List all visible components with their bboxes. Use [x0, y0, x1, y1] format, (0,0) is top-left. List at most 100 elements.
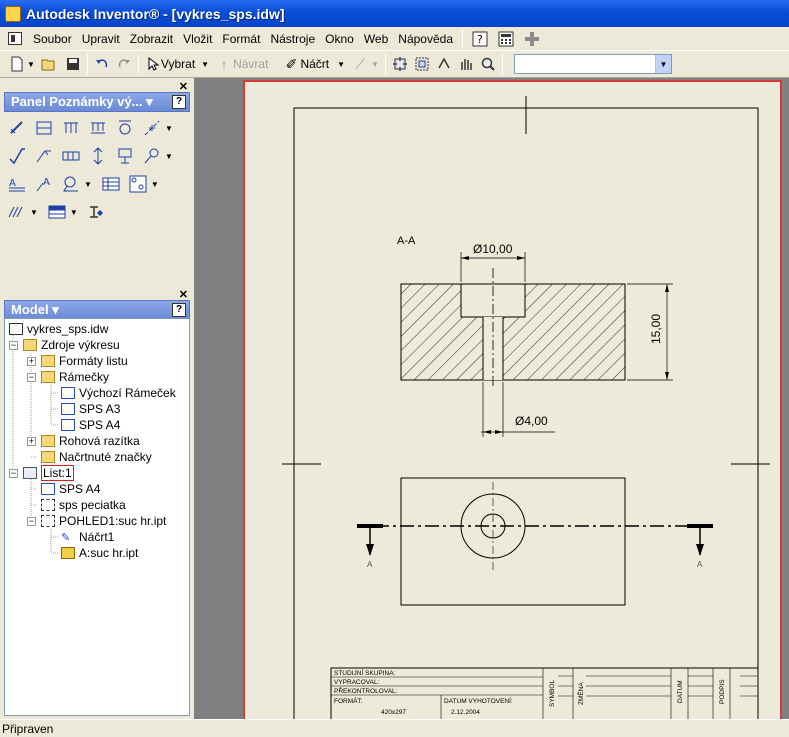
titleblock-drawn-by: VYPRACOVAL:: [334, 679, 380, 686]
section-line-marker-right[interactable]: A: [687, 524, 713, 569]
dimension-diameter-4[interactable]: Ø4,00: [481, 382, 555, 437]
menu-format[interactable]: Formát: [217, 32, 265, 46]
datum-identifier-icon[interactable]: [87, 145, 109, 167]
help-icon[interactable]: ?: [172, 95, 186, 109]
zoom-window-button[interactable]: [411, 53, 433, 75]
base-view[interactable]: [375, 477, 699, 606]
save-button[interactable]: [62, 53, 84, 75]
centerline-dropdown-icon[interactable]: ▼: [165, 124, 173, 133]
dimension-height-15[interactable]: 15,00: [627, 283, 673, 381]
status-text: Připraven: [2, 721, 54, 736]
new-file-dropdown-icon[interactable]: ▼: [27, 60, 35, 69]
sketch-button[interactable]: ✐ Náčrt ▼: [279, 53, 348, 75]
tree-item-sps-a4-border[interactable]: SPS A4: [61, 417, 120, 433]
drawing-sheet[interactable]: A-A Ø10,00 15,00 Ø4,00 A A STUDIJNÍ SKUP…: [243, 80, 782, 722]
hatch-icon[interactable]: [6, 201, 28, 223]
expand-icon[interactable]: +: [27, 357, 36, 366]
menu-nastroje[interactable]: Nástroje: [265, 32, 320, 46]
general-dimension-icon[interactable]: [6, 117, 28, 139]
revision-table-icon[interactable]: [46, 201, 68, 223]
new-file-button[interactable]: ▼: [6, 53, 38, 75]
section-view[interactable]: [400, 268, 626, 387]
update-dropdown-icon[interactable]: ▼: [371, 60, 379, 69]
tree-item-drawing-resources[interactable]: Zdroje výkresu: [23, 337, 120, 353]
expand-icon[interactable]: +: [27, 437, 36, 446]
drawing-file-icon: [9, 323, 23, 335]
weld-symbol-icon[interactable]: [33, 145, 55, 167]
undo-button[interactable]: [91, 53, 113, 75]
collapse-icon[interactable]: −: [9, 469, 18, 478]
tree-item-sheet-formats[interactable]: Formáty listu: [41, 353, 128, 369]
feature-control-frame-icon[interactable]: [60, 145, 82, 167]
menu-web[interactable]: Web: [359, 32, 393, 46]
menu-zobrazit[interactable]: Zobrazit: [125, 32, 178, 46]
select-button[interactable]: Vybrat ▼: [142, 53, 212, 75]
balloon-icon[interactable]: [60, 173, 82, 195]
zoom-select-button[interactable]: [477, 53, 499, 75]
redo-button[interactable]: [113, 53, 135, 75]
parts-list-icon[interactable]: [100, 173, 122, 195]
tree-item-sketch-1[interactable]: ✎ Náčrt1: [61, 529, 114, 545]
revision-dropdown-icon[interactable]: ▼: [70, 208, 78, 217]
tree-item-sps-peciatka[interactable]: sps peciatka: [41, 497, 126, 513]
open-file-button[interactable]: [38, 53, 62, 75]
return-label: Návrat: [233, 57, 269, 71]
help-icon[interactable]: ?: [172, 303, 186, 317]
leader-note-icon[interactable]: A: [33, 173, 55, 195]
sketch-dropdown-icon[interactable]: ▼: [337, 60, 345, 69]
calculator-icon[interactable]: [497, 30, 515, 48]
tree-item-sps-a4[interactable]: SPS A4: [41, 481, 100, 497]
tree-item-sps-a3[interactable]: SPS A3: [61, 401, 120, 417]
tree-item-view-1[interactable]: POHLED1:suc hr.ipt: [41, 513, 166, 529]
tree-item-part-a[interactable]: A:suc hr.ipt: [61, 545, 138, 561]
tree-item-default-border[interactable]: Výchozí Rámeček: [61, 385, 176, 401]
select-dropdown-icon[interactable]: ▼: [201, 60, 209, 69]
menu-napoveda[interactable]: Nápověda: [393, 32, 458, 46]
hole-table-icon[interactable]: [127, 173, 149, 195]
ordinate-set-icon[interactable]: [87, 117, 109, 139]
centerline-icon[interactable]: [141, 117, 163, 139]
chevron-down-icon[interactable]: ▼: [654, 55, 671, 73]
tree-item-borders[interactable]: Rámečky: [41, 369, 109, 385]
balloon-dropdown-icon[interactable]: ▼: [84, 180, 92, 189]
menu-upravit[interactable]: Upravit: [77, 32, 125, 46]
plus-icon[interactable]: [523, 30, 541, 48]
svg-text:?: ?: [477, 33, 483, 46]
zoom-all-button[interactable]: [389, 53, 411, 75]
tree-item-sheet-1[interactable]: List:1: [23, 465, 74, 481]
hole-thread-note-icon[interactable]: [114, 117, 136, 139]
tree-item-title-blocks[interactable]: Rohová razítka: [41, 433, 140, 449]
menu-okno[interactable]: Okno: [320, 32, 359, 46]
datum-target-icon[interactable]: [114, 145, 136, 167]
document-menu-icon[interactable]: [8, 32, 22, 45]
tree-item-drawing-file[interactable]: vykres_sps.idw: [9, 321, 108, 337]
collapse-icon[interactable]: −: [27, 373, 36, 382]
collapse-icon[interactable]: −: [27, 517, 36, 526]
help-icon[interactable]: ?: [471, 30, 489, 48]
update-button[interactable]: ⟋ ▼: [348, 53, 382, 75]
style-combo[interactable]: ▼: [513, 54, 672, 74]
section-line-marker-left[interactable]: A: [357, 524, 383, 569]
pan-button[interactable]: [455, 53, 477, 75]
title-block[interactable]: STUDIJNÍ SKUPINA: VYPRACOVAL: PŘEKONTROL…: [330, 667, 759, 722]
menu-vlozit[interactable]: Vložit: [178, 32, 217, 46]
graphics-window[interactable]: A-A Ø10,00 15,00 Ø4,00 A A STUDIJNÍ SKUP…: [194, 78, 789, 722]
panel-bar-title[interactable]: Panel Poznámky vý... ▾ ?: [4, 92, 190, 112]
baseline-dimension-icon[interactable]: [33, 117, 55, 139]
hole-table-dropdown-icon[interactable]: ▼: [151, 180, 159, 189]
model-browser-title-label: Model ▾: [11, 302, 59, 317]
zoom-button[interactable]: [433, 53, 455, 75]
revision-tag-icon[interactable]: [86, 201, 108, 223]
ordinate-dimension-icon[interactable]: [60, 117, 82, 139]
titleblock-date-column: DATUM: [677, 680, 684, 703]
leader-dropdown-icon[interactable]: ▼: [165, 152, 173, 161]
hatch-dropdown-icon[interactable]: ▼: [30, 208, 38, 217]
collapse-icon[interactable]: −: [9, 341, 18, 350]
return-button[interactable]: ↑ Návrat: [212, 53, 271, 75]
text-icon[interactable]: A: [6, 173, 28, 195]
model-browser-title[interactable]: Model ▾ ?: [4, 300, 190, 320]
leader-text-icon[interactable]: [141, 145, 163, 167]
tree-item-sketched-symbols[interactable]: Načrtnuté značky: [41, 449, 152, 465]
menu-soubor[interactable]: Soubor: [28, 32, 77, 46]
surface-texture-icon[interactable]: [6, 145, 28, 167]
